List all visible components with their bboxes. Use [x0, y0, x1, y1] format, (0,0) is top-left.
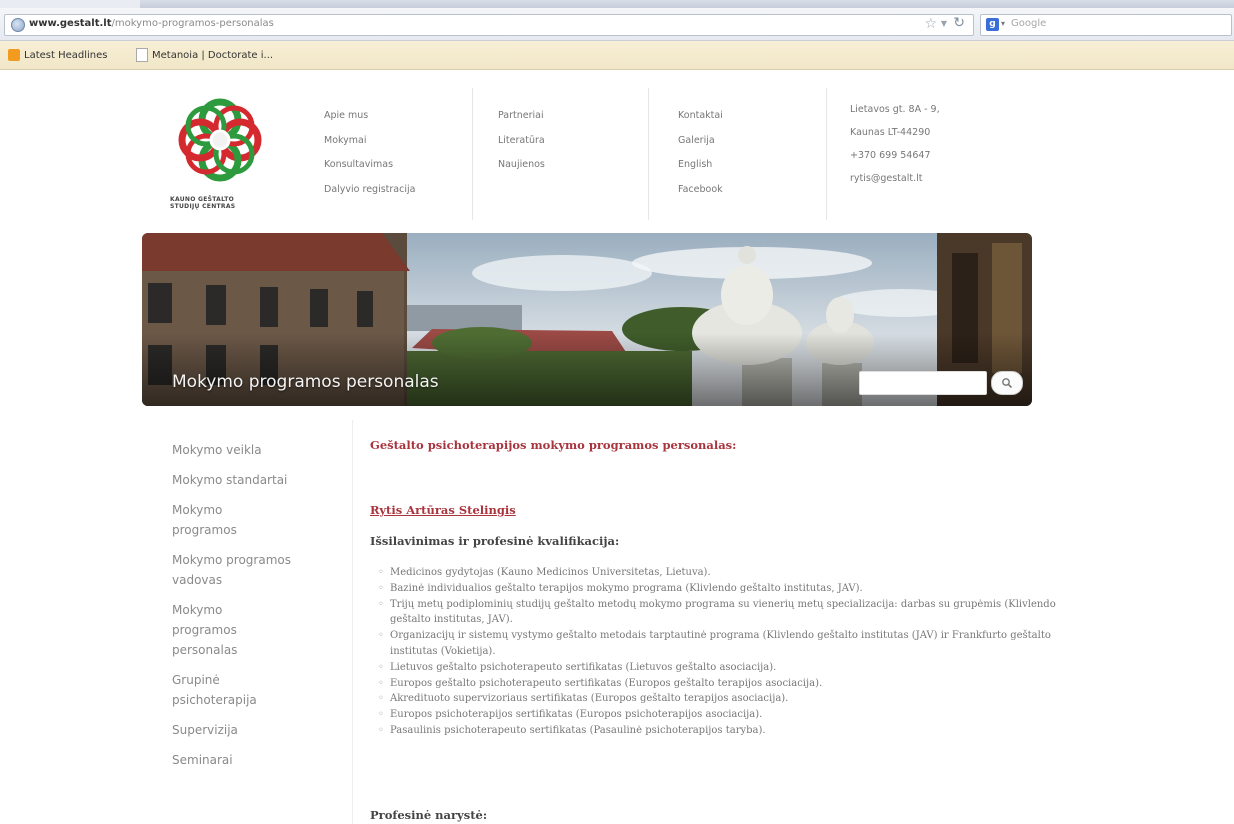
list-item: Medicinos gydytojas (Kauno Medicinos Uni… — [378, 565, 1070, 581]
qualifications-list: Medicinos gydytojas (Kauno Medicinos Uni… — [370, 565, 1070, 739]
sidebar: Mokymo veikla Mokymo standartai Mokymo p… — [172, 440, 322, 780]
list-item: Akredituoto supervizoriaus sertifikatas … — [378, 691, 1070, 707]
bookmark-star-icon[interactable]: ☆ — [924, 16, 937, 32]
contact-address: Lietavos gt. 8A - 9, — [850, 104, 940, 115]
list-item: Pasaulinis psichoterapeuto sertifikatas … — [378, 723, 1070, 739]
nav-mokymai[interactable]: Mokymai — [324, 129, 415, 154]
nav-naujienos[interactable]: Naujienos — [498, 153, 545, 178]
nav-kontaktai[interactable]: Kontaktai — [678, 104, 723, 129]
sidebar-item-mokymo-programos-vadovas[interactable]: Mokymo programos vadovas — [172, 550, 292, 590]
nav-apie-mus[interactable]: Apie mus — [324, 104, 415, 129]
bookmarks-toolbar: Latest Headlines Metanoia | Doctorate i.… — [0, 41, 1234, 70]
nav-konsultavimas[interactable]: Konsultavimas — [324, 153, 415, 178]
list-item: Organizacijų ir sistemų vystymo geštalto… — [378, 628, 1070, 660]
nav-partneriai[interactable]: Partneriai — [498, 104, 545, 129]
contact-email[interactable]: rytis@gestalt.lt — [850, 167, 940, 190]
bookmark-metanoia[interactable]: Metanoia | Doctorate i... — [136, 48, 273, 62]
browser-toolbar: www.gestalt.lt/mokymo-programos-personal… — [0, 8, 1234, 41]
history-dropdown-icon[interactable]: ▼ — [941, 19, 947, 28]
nav-column-2: Partneriai Literatūra Naujienos — [498, 104, 545, 178]
membership-heading: Profesinė narystė: — [370, 808, 488, 822]
search-placeholder: Google — [1011, 18, 1047, 29]
nav-column-1: Apie mus Mokymai Konsultavimas Dalyvio r… — [324, 104, 415, 202]
google-logo-icon[interactable]: g — [986, 18, 999, 31]
education-heading: Išsilavinimas ir profesinė kvalifikacija… — [370, 534, 620, 548]
search-engine-dropdown-icon[interactable]: ▾ — [1001, 19, 1005, 28]
nav-galerija[interactable]: Galerija — [678, 129, 723, 154]
address-bar[interactable]: www.gestalt.lt/mokymo-programos-personal… — [4, 14, 974, 36]
site-search-button[interactable] — [991, 371, 1023, 395]
search-icon — [1002, 378, 1013, 389]
hero-title: Mokymo programos personalas — [172, 372, 439, 392]
site-search-input[interactable] — [859, 371, 987, 395]
nav-english[interactable]: English — [678, 153, 723, 178]
list-item: Europos psichoterapijos sertifikatas (Eu… — [378, 707, 1070, 723]
sidebar-item-supervizija[interactable]: Supervizija — [172, 720, 292, 740]
browser-search-box[interactable]: g ▾ Google — [980, 14, 1232, 36]
nav-literatura[interactable]: Literatūra — [498, 129, 545, 154]
contact-city: Kaunas LT-44290 — [850, 127, 931, 138]
sidebar-item-grupine-psichoterapija[interactable]: Grupinė psichoterapija — [172, 670, 262, 710]
nav-dalyvio-registracija[interactable]: Dalyvio registracija — [324, 178, 415, 203]
url-text[interactable]: www.gestalt.lt/mokymo-programos-personal… — [29, 18, 274, 29]
nav-column-3: Kontaktai Galerija English Facebook — [678, 104, 723, 202]
list-item: Trijų metų podiplominių studijų geštalto… — [378, 597, 1070, 629]
nav-facebook[interactable]: Facebook — [678, 178, 723, 203]
sidebar-item-mokymo-standartai[interactable]: Mokymo standartai — [172, 470, 322, 490]
page-heading: Geštalto psichoterapijos mokymo programo… — [370, 438, 737, 452]
sidebar-item-mokymo-programos-personalas[interactable]: Mokymo programos personalas — [172, 600, 252, 660]
content-divider — [352, 420, 353, 824]
sidebar-item-mokymo-veikla[interactable]: Mokymo veikla — [172, 440, 292, 460]
main-content: Geštalto psichoterapijos mokymo programo… — [370, 438, 1070, 822]
logo-caption: KAUNO GEŠTALTO STUDIJŲ CENTRAS — [170, 196, 236, 210]
person-link[interactable]: Rytis Artūras Stelingis — [370, 503, 516, 517]
contact-phone[interactable]: +370 699 54647 — [850, 144, 940, 167]
page-icon — [136, 48, 148, 62]
bookmark-latest-headlines[interactable]: Latest Headlines — [8, 48, 108, 62]
nav-divider — [826, 88, 827, 220]
list-item: Bazinė individualios geštalto terapijos … — [378, 581, 1070, 597]
list-item: Europos geštalto psichoterapeuto sertifi… — [378, 676, 1070, 692]
sidebar-item-mokymo-programos[interactable]: Mokymo programos — [172, 500, 262, 540]
contact-info: Lietavos gt. 8A - 9, Kaunas LT-44290 +37… — [850, 98, 940, 190]
list-item: Lietuvos geštalto psichoterapeuto sertif… — [378, 660, 1070, 676]
nav-divider — [648, 88, 649, 220]
browser-tab-strip — [0, 0, 1234, 8]
bookmark-label: Latest Headlines — [24, 49, 108, 61]
bookmark-label: Metanoia | Doctorate i... — [152, 49, 274, 61]
globe-icon — [11, 18, 25, 32]
nav-divider — [472, 88, 473, 220]
browser-tab[interactable] — [0, 0, 140, 8]
sidebar-item-seminarai[interactable]: Seminarai — [172, 750, 292, 770]
hero-banner: Mokymo programos personalas — [142, 233, 1032, 406]
rss-icon — [8, 49, 20, 61]
reload-icon[interactable]: ↻ — [953, 15, 965, 31]
